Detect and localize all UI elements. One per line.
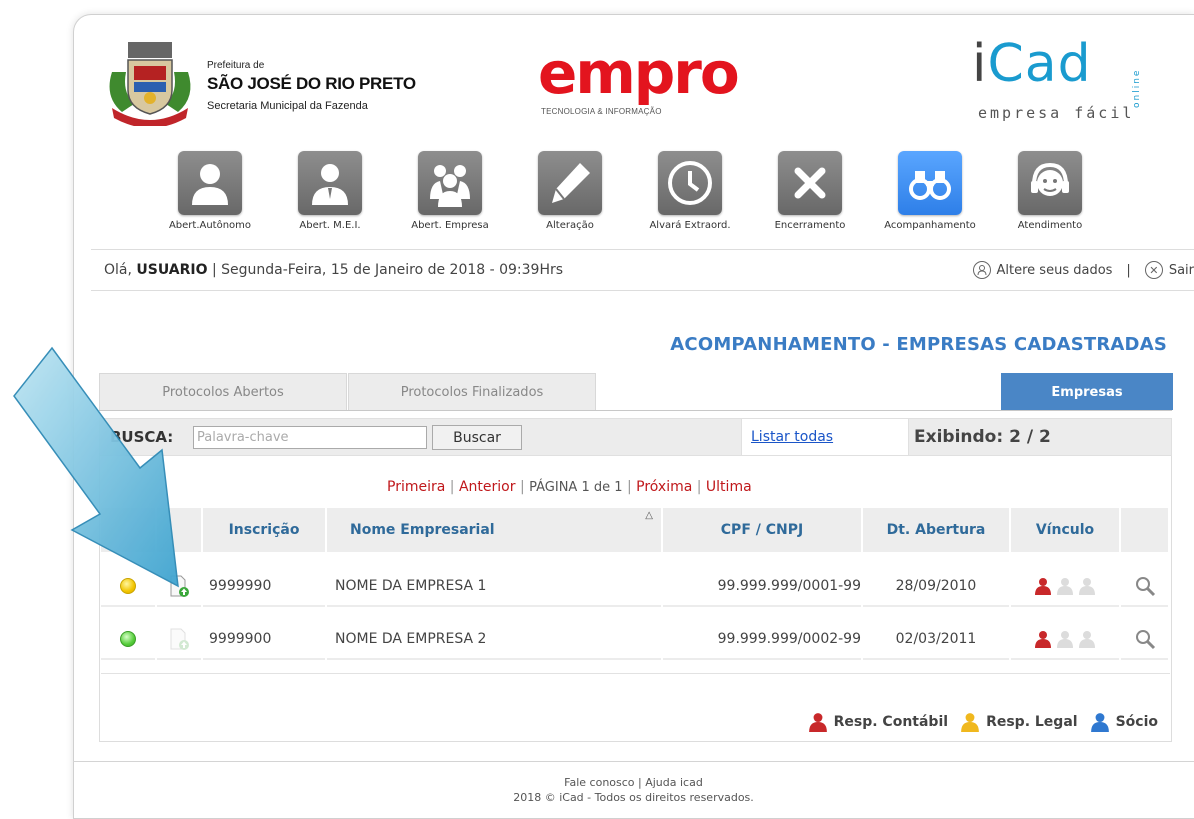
sort-asc-icon[interactable]: △ xyxy=(645,510,653,521)
separator: | xyxy=(1126,262,1131,278)
socio-legend-icon xyxy=(1090,713,1109,732)
header-nome[interactable]: Nome Empresarial △ xyxy=(327,508,661,552)
actions-cell xyxy=(1121,620,1168,660)
person-icon xyxy=(178,151,242,215)
pager-next[interactable]: Próxima xyxy=(636,479,692,495)
icad-online-label: online xyxy=(1132,68,1142,108)
header-vinculo: Vínculo xyxy=(1011,508,1119,552)
empro-logo: empro TECNOLOGIA & INFORMAÇÃO xyxy=(538,44,740,120)
pager-prev[interactable]: Anterior xyxy=(459,479,516,495)
actions-cell xyxy=(1121,567,1168,607)
nav-abert-autonomo[interactable]: Abert.Autônomo xyxy=(150,151,270,231)
prefeitura-secretaria: Secretaria Municipal da Fazenda xyxy=(207,100,368,112)
annotation-arrow-icon xyxy=(13,346,179,588)
vinculo-legend: Resp. Contábil Resp. Legal Sócio xyxy=(808,712,1158,732)
greeting-text: Olá, USUARIO | Segunda-Feira, 15 de Jane… xyxy=(104,262,564,278)
tab-protocolos-finalizados[interactable]: Protocolos Finalizados xyxy=(348,373,596,410)
icad-tagline: empresa fácil xyxy=(978,104,1135,122)
logout-icon[interactable]: ✕ xyxy=(1144,261,1163,279)
search-input[interactable] xyxy=(193,426,427,449)
vinculo-cell xyxy=(1011,567,1119,607)
footer-divider xyxy=(73,761,1194,762)
clock-icon xyxy=(658,151,722,215)
pager-last[interactable]: Ultima xyxy=(706,479,752,495)
magnifier-icon[interactable] xyxy=(1134,628,1156,650)
empro-wordmark: empro xyxy=(538,39,740,107)
nav-atendimento[interactable]: Atendimento xyxy=(990,151,1110,231)
pencil-icon xyxy=(538,151,602,215)
businessman-icon xyxy=(298,151,362,215)
nav-alvara-extraord[interactable]: Alvará Extraord. xyxy=(630,151,750,231)
vinculo-cell xyxy=(1011,620,1119,660)
prefeitura-name: SÃO JOSÉ DO RIO PRETO xyxy=(207,74,416,93)
user-actions: Altere seus dados | ✕ Sair xyxy=(972,261,1194,279)
resp-legal-icon[interactable] xyxy=(1056,630,1074,648)
footer: Fale conosco | Ajuda icad 2018 © iCad - … xyxy=(73,775,1194,805)
list-all-link[interactable]: Listar todas xyxy=(751,429,833,445)
inscricao-cell: 9999900 xyxy=(203,620,325,660)
nome-cell: NOME DA EMPRESA 1 xyxy=(327,567,661,607)
footer-copyright: 2018 © iCad - Todos os direitos reservad… xyxy=(513,791,754,804)
prefeitura-label: Prefeitura de xyxy=(207,60,265,71)
logout-link[interactable]: Sair xyxy=(1169,263,1194,278)
magnifier-icon[interactable] xyxy=(1134,575,1156,597)
nav-abert-mei[interactable]: Abert. M.E.I. xyxy=(270,151,390,231)
legend-socio: Sócio xyxy=(1115,714,1158,730)
cnpj-cell: 99.999.999/0002-99 xyxy=(663,620,861,660)
inscricao-cell: 9999990 xyxy=(203,567,325,607)
cnpj-cell: 99.999.999/0001-99 xyxy=(663,567,861,607)
resp-contabil-legend-icon xyxy=(808,713,827,732)
legend-legal: Resp. Legal xyxy=(986,714,1078,730)
doc-cell xyxy=(157,620,201,660)
nav-acompanhamento[interactable]: Acompanhamento xyxy=(870,151,990,231)
socio-icon[interactable] xyxy=(1078,630,1096,648)
alter-data-link[interactable]: Altere seus dados xyxy=(997,263,1113,278)
municipal-crest-logo xyxy=(104,40,196,128)
greeting-bar: Olá, USUARIO | Segunda-Feira, 15 de Jane… xyxy=(91,249,1194,291)
search-bar: BUSCA: Buscar Listar todas Exibindo: 2 /… xyxy=(99,418,1172,456)
list-all-cell: Listar todas xyxy=(741,419,909,455)
tab-empresas[interactable]: Empresas xyxy=(1001,373,1173,410)
pager-first[interactable]: Primeira xyxy=(387,479,445,495)
status-cell xyxy=(101,620,155,660)
header-inscricao[interactable]: Inscrição xyxy=(203,508,325,552)
pager-current: PÁGINA 1 de 1 xyxy=(529,480,623,495)
legend-contabil: Resp. Contábil xyxy=(833,714,949,730)
document-upload-icon[interactable] xyxy=(169,628,189,650)
empro-tagline: TECNOLOGIA & INFORMAÇÃO xyxy=(541,107,662,116)
binoculars-icon xyxy=(898,151,962,215)
user-name: USUARIO xyxy=(136,262,208,278)
resp-contabil-icon[interactable] xyxy=(1034,630,1052,648)
search-button[interactable]: Buscar xyxy=(432,425,522,450)
abertura-cell: 02/03/2011 xyxy=(863,620,1009,660)
user-profile-icon xyxy=(972,261,991,279)
pagination: Primeira | Anterior | PÁGINA 1 de 1 | Pr… xyxy=(387,479,752,495)
socio-icon[interactable] xyxy=(1078,577,1096,595)
results-count: Exibindo: 2 / 2 xyxy=(914,427,1051,447)
nome-cell: NOME DA EMPRESA 2 xyxy=(327,620,661,660)
group-icon xyxy=(418,151,482,215)
footer-links[interactable]: Fale conosco | Ajuda icad xyxy=(73,775,1194,790)
resp-contabil-icon[interactable] xyxy=(1034,577,1052,595)
headset-icon xyxy=(1018,151,1082,215)
resp-legal-legend-icon xyxy=(961,713,979,732)
close-icon xyxy=(778,151,842,215)
header-cnpj[interactable]: CPF / CNPJ xyxy=(663,508,861,552)
nav-encerramento[interactable]: Encerramento xyxy=(750,151,870,231)
header-abertura[interactable]: Dt. Abertura xyxy=(863,508,1009,552)
nav-alteracao[interactable]: Alteração xyxy=(510,151,630,231)
page-title: ACOMPANHAMENTO - EMPRESAS CADASTRADAS xyxy=(670,334,1167,355)
nav-abert-empresa[interactable]: Abert. Empresa xyxy=(390,151,510,231)
resp-legal-icon[interactable] xyxy=(1056,577,1074,595)
abertura-cell: 28/09/2010 xyxy=(863,567,1009,607)
icad-wordmark: iCad xyxy=(972,34,1092,94)
header-actions xyxy=(1121,508,1168,552)
status-green-icon xyxy=(120,631,136,647)
tab-underline xyxy=(99,410,1172,411)
icad-logo: iCad empresa fácil online xyxy=(972,38,1162,136)
row-divider xyxy=(101,673,1170,674)
